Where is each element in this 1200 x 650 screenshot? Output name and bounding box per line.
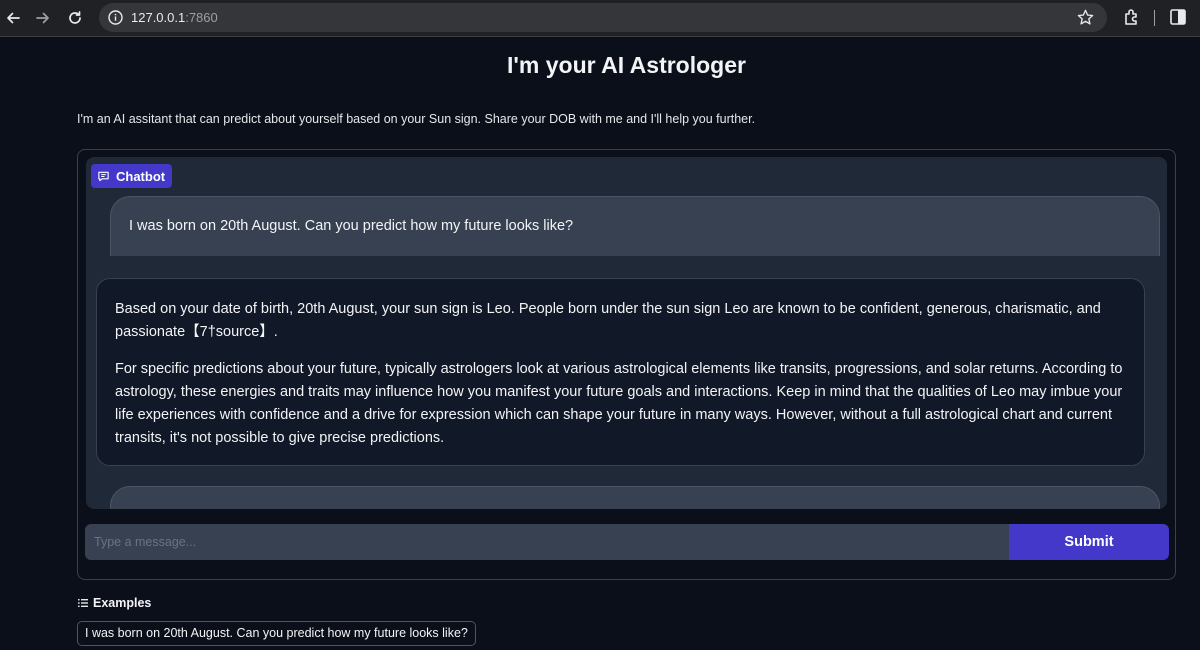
assistant-paragraph: Based on your date of birth, 20th August… <box>115 301 1101 340</box>
forward-arrow-icon[interactable] <box>31 6 55 30</box>
user-message-partial <box>110 486 1160 509</box>
info-icon[interactable] <box>107 9 124 26</box>
input-row: Submit <box>85 524 1169 560</box>
page-title: I'm your AI Astrologer <box>507 52 746 78</box>
chat-panel: Chatbot I was born on 20th August. Can y… <box>77 149 1176 580</box>
list-icon <box>78 599 88 607</box>
assistant-message: Based on your date of birth, 20th August… <box>96 278 1145 466</box>
example-item[interactable]: I was born on 20th August. Can you predi… <box>77 621 476 646</box>
examples-heading: Examples <box>78 596 151 610</box>
toolbar-divider <box>1154 10 1155 26</box>
back-arrow-icon[interactable] <box>1 6 25 30</box>
star-icon[interactable] <box>1076 8 1095 27</box>
assistant-paragraph: For specific predictions about your futu… <box>115 361 1123 446</box>
examples-heading-text: Examples <box>93 596 152 610</box>
submit-button[interactable]: Submit <box>1009 524 1169 560</box>
url-text: 127.0.0.1:7860 <box>131 10 218 25</box>
user-message: I was born on 20th August. Can you predi… <box>110 196 1160 256</box>
chatbot-label-text: Chatbot <box>116 168 166 184</box>
side-panel-icon[interactable] <box>1167 6 1189 28</box>
page-description: I'm an AI assitant that can predict abou… <box>77 112 756 126</box>
url-port: :7860 <box>185 10 218 25</box>
extensions-icon[interactable] <box>1121 6 1143 28</box>
reload-icon[interactable] <box>63 6 87 30</box>
message-input[interactable] <box>85 524 1010 560</box>
browser-toolbar: 127.0.0.1:7860 <box>0 0 1200 37</box>
chat-bubble-icon <box>98 171 109 181</box>
url-host: 127.0.0.1 <box>131 10 186 25</box>
chatbot-area[interactable]: Chatbot I was born on 20th August. Can y… <box>86 157 1167 509</box>
chatbot-label: Chatbot <box>91 164 173 188</box>
address-bar[interactable]: 127.0.0.1:7860 <box>99 3 1107 32</box>
